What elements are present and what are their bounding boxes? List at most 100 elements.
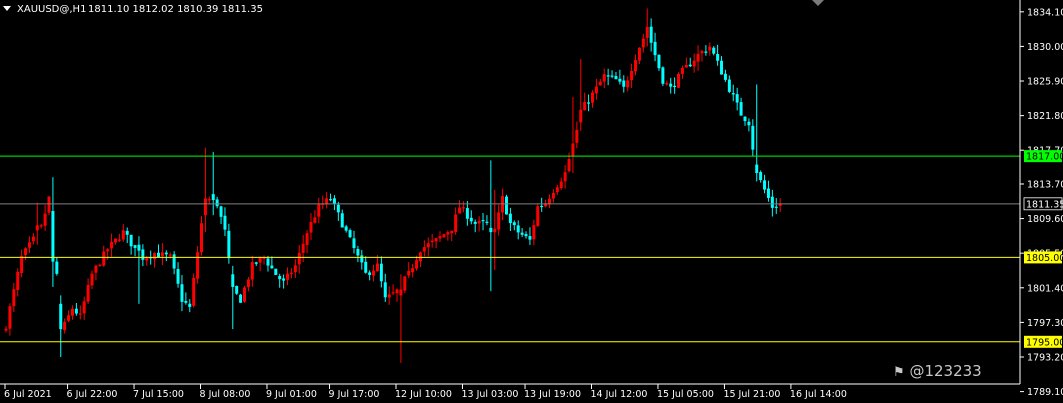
bull-candle-body [571, 143, 575, 157]
bull-candle-body [477, 220, 481, 224]
bear-candle-body [473, 221, 477, 224]
bear-candle-body [720, 60, 724, 75]
time-tick-label: 12 Jul 10:00 [395, 389, 452, 400]
bull-candle-body [305, 233, 309, 245]
bear-candle-body [55, 261, 59, 274]
bear-candle-body [254, 262, 258, 264]
time-tick-label: 6 Jul 2021 [4, 389, 52, 400]
watermark-icon: ⚑ [893, 365, 905, 380]
bull-candle-body [680, 68, 684, 74]
bull-candle-body [168, 254, 172, 256]
bear-candle-body [368, 272, 372, 275]
bear-candle-body [215, 199, 219, 207]
bull-candle-body [696, 53, 700, 62]
bear-candle-body [332, 198, 336, 204]
bull-candle-body [27, 242, 31, 248]
bull-candle-body [117, 239, 121, 241]
time-tick-label: 15 Jul 21:00 [723, 389, 780, 400]
bull-candle-body [411, 268, 415, 273]
bear-candle-body [751, 125, 755, 150]
bull-candle-body [559, 181, 563, 189]
time-tick-label: 8 Jul 08:00 [200, 389, 251, 400]
bear-candle-body [270, 265, 274, 269]
price-tick-label: 1821.80 [1027, 111, 1063, 122]
bull-candle-body [434, 238, 438, 242]
price-tick-label: 1825.90 [1027, 77, 1063, 88]
bear-candle-body [379, 263, 383, 282]
bull-candle-body [391, 292, 395, 294]
time-tick-label: 6 Jul 22:00 [67, 389, 118, 400]
bear-candle-body [329, 199, 333, 201]
time-tick-label: 14 Jul 12:00 [591, 389, 648, 400]
bear-candle-body [524, 234, 528, 237]
price-tick-label: 1813.70 [1027, 179, 1063, 190]
watermark: ⚑ @123233 [893, 362, 982, 380]
bull-candle-body [497, 212, 501, 230]
bull-candle-body [594, 86, 598, 94]
bull-candle-body [454, 214, 458, 232]
bear-candle-body [469, 217, 473, 222]
bull-candle-body [446, 232, 450, 235]
bear-candle-body [739, 102, 743, 116]
symbol-timeframe-label: XAUUSD@,H1 [17, 4, 86, 15]
bear-candle-body [512, 222, 516, 226]
bear-candle-body [481, 220, 485, 222]
bull-candle-body [203, 198, 207, 216]
bull-candle-body [246, 279, 250, 288]
ohlc-readout: 1811.10 1812.02 1810.39 1811.35 [88, 4, 263, 15]
bear-candle-body [731, 93, 735, 95]
time-tick-label: 9 Jul 01:00 [266, 389, 317, 400]
bull-candle-body [258, 257, 262, 263]
bull-candle-body [422, 247, 426, 252]
watermark-text: @123233 [909, 362, 982, 380]
bull-candle-body [637, 47, 641, 61]
bear-candle-body [352, 238, 356, 249]
bear-candle-body [712, 47, 716, 54]
bull-candle-body [450, 230, 454, 234]
bear-candle-body [188, 303, 192, 307]
bear-candle-body [763, 180, 767, 190]
bull-candle-body [591, 92, 594, 103]
bull-candle-body [426, 243, 430, 248]
bull-candle-body [532, 225, 536, 240]
bear-candle-body [669, 83, 673, 87]
bull-candle-body [297, 252, 301, 265]
bear-candle-body [587, 102, 591, 104]
bear-candle-body [489, 227, 493, 233]
bear-candle-body [465, 208, 469, 219]
bear-candle-body [485, 221, 489, 223]
bull-candle-body [598, 81, 602, 86]
bear-candle-body [219, 206, 223, 217]
bull-candle-body [207, 199, 211, 201]
time-tick-label: 13 Jul 03:00 [461, 389, 518, 400]
bull-candle-body [407, 270, 411, 276]
bear-candle-body [74, 308, 78, 314]
bull-candle-body [102, 251, 106, 266]
bull-candle-body [31, 236, 35, 242]
bull-candle-body [634, 60, 638, 72]
bear-candle-body [282, 278, 286, 281]
bull-candle-body [555, 187, 559, 193]
bear-candle-body [180, 284, 184, 302]
bull-candle-body [575, 129, 579, 143]
bear-candle-body [125, 230, 129, 235]
bull-candle-body [153, 253, 157, 260]
bull-candle-body [47, 196, 51, 213]
bear-candle-body [223, 215, 227, 230]
bull-candle-body [567, 159, 571, 172]
bear-candle-body [688, 64, 692, 67]
price-chart[interactable]: 1834.101830.001825.901821.801817.701813.… [0, 0, 1063, 403]
bull-candle-body [708, 46, 712, 51]
bull-candle-body [442, 234, 446, 238]
bull-candle-body [8, 306, 12, 329]
bear-candle-body [759, 172, 763, 181]
price-tick-label: 1793.20 [1027, 352, 1063, 363]
bull-candle-body [39, 225, 43, 227]
chart-background [0, 0, 1063, 403]
bull-candle-body [375, 263, 379, 272]
bear-candle-body [528, 236, 532, 240]
bear-candle-body [211, 194, 215, 201]
bear-candle-body [716, 54, 720, 61]
bull-candle-body [700, 51, 704, 54]
bear-candle-body [59, 303, 63, 330]
